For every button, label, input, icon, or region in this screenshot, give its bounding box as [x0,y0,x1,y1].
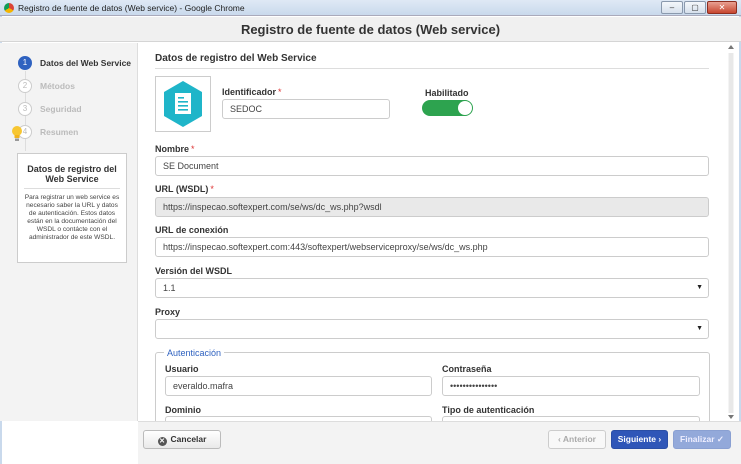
url-wsdl-label: URL (WSDL) * [155,184,214,194]
maximize-icon[interactable]: ▢ [684,1,706,14]
identificador-input[interactable]: SEDOC [222,99,390,119]
section-title: Datos de registro del Web Service [155,53,317,64]
section-divider [155,68,709,69]
finish-button[interactable]: Finalizar ✓ [673,430,731,449]
version-wsdl-label: Versión del WSDL [155,266,233,276]
step-datos-web-service[interactable]: 1 Datos del Web Service [18,55,131,71]
cancel-icon: ✕ [157,437,167,446]
version-wsdl-select[interactable]: 1.1 ▼ [155,278,709,298]
previous-label: Anterior [562,434,596,444]
infobox-text: Para registrar un web service es necesar… [24,194,120,241]
next-label: Siguiente [617,434,657,444]
step-resumen[interactable]: 4 Resumen [18,124,78,140]
step-number: 3 [18,102,32,116]
chevron-down-icon: ▼ [696,284,703,291]
step-metodos[interactable]: 2 Métodos [18,78,75,94]
nombre-label: Nombre * [155,144,195,154]
contrasena-input[interactable]: ••••••••••••••• [442,376,700,396]
step-label: Datos del Web Service [40,58,132,68]
next-button[interactable]: Siguiente › [611,430,668,449]
finish-label: Finalizar [680,434,715,444]
proxy-label: Proxy [155,307,181,317]
step-label: Seguridad [40,104,82,114]
usuario-label: Usuario [165,364,199,374]
chevron-right-icon: › [656,434,662,444]
wizard-sidebar: 1 Datos del Web Service 2 Métodos 3 Segu… [0,43,138,421]
step-label: Métodos [40,81,75,91]
step-number: 1 [18,56,32,70]
step-seguridad[interactable]: 3 Seguridad [18,101,82,117]
usuario-input[interactable]: everaldo.mafra [165,376,432,396]
window-titlebar: Registro de fuente de datos (Web service… [0,0,741,16]
previous-button[interactable]: ‹ Anterior [548,430,606,449]
minimize-icon[interactable]: – [661,1,683,14]
dialog-title: Registro de fuente de datos (Web service… [240,22,501,37]
lightbulb-icon [12,126,22,141]
close-icon[interactable]: ✕ [707,1,737,14]
dialog-header: Registro de fuente de datos (Web service… [0,17,741,42]
identificador-label: Identificador * [222,87,282,97]
window-controls: – ▢ ✕ [661,1,737,14]
dominio-label: Dominio [165,405,201,415]
nombre-input[interactable]: SE Document [155,156,709,176]
url-conexion-label: URL de conexión [155,225,229,235]
document-icon [164,81,202,127]
habilitado-label: Habilitado [425,88,469,98]
toggle-knob [458,101,472,115]
required-mark: * [278,87,282,97]
habilitado-toggle[interactable] [422,100,473,116]
autenticacion-legend: Autenticación [164,348,225,358]
tipo-autenticacion-label: Tipo de autenticación [442,405,535,415]
help-infobox: Datos de registro del Web Service Para r… [17,153,127,263]
contrasena-label: Contraseña [442,364,492,374]
required-mark: * [210,184,214,194]
form-scrollbar[interactable] [727,43,735,421]
identificador-label-text: Identificador [222,87,277,97]
url-conexion-input[interactable]: https://inspecao.softexpert.com:443/soft… [155,237,709,257]
proxy-select[interactable]: ▼ [155,319,709,339]
web-service-icon[interactable] [155,76,211,132]
checkmark-icon: ✓ [714,434,724,444]
step-label: Resumen [40,127,79,137]
chevron-down-icon: ▼ [696,325,703,332]
infobox-title: Datos de registro del Web Service [24,164,120,189]
url-wsdl-label-text: URL (WSDL) [155,184,209,194]
url-wsdl-input[interactable]: https://inspecao.softexpert.com/se/ws/dc… [155,197,709,217]
version-wsdl-value: 1.1 [163,283,176,293]
step-number: 2 [18,79,32,93]
nombre-label-text: Nombre [155,144,190,154]
window-title: Registro de fuente de datos (Web service… [18,3,245,13]
cancel-label: Cancelar [170,434,207,444]
chrome-icon [4,3,14,13]
cancel-button[interactable]: ✕ Cancelar [143,430,221,449]
required-mark: * [191,144,195,154]
